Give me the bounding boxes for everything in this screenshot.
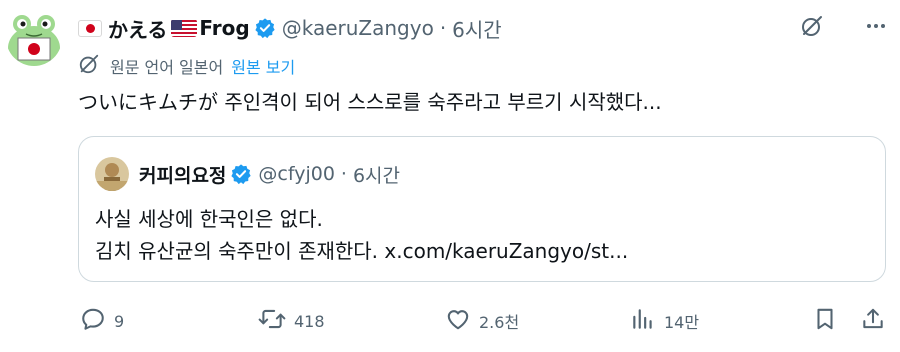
view-count: 14만 — [664, 313, 700, 332]
retweet-count: 418 — [294, 311, 325, 331]
author-display-name-suffix[interactable]: Frog — [199, 16, 249, 40]
verified-icon — [230, 163, 252, 185]
translate-label: 원문 언어 일본어 — [110, 58, 224, 77]
author-handle[interactable]: @kaeruZangyo — [282, 16, 434, 40]
tweet-text: ついにキムチが 주인격이 되어 스스로를 숙주라고 부르기 시작했다... — [78, 90, 662, 114]
quoted-tweet-line-1: 사실 세상에 한국인은 없다. — [95, 207, 323, 231]
quoted-author-avatar[interactable] — [95, 157, 129, 191]
quoted-tweet[interactable]: 커피의요정 @cfyj00 · 6시간 사실 세상에 한국인은 없다. 김치 유… — [78, 136, 886, 282]
retweet-button[interactable]: 418 — [258, 306, 325, 336]
quoted-author-handle[interactable]: @cfyj00 — [258, 163, 335, 185]
reply-icon — [80, 306, 106, 336]
top-right-actions — [800, 14, 888, 38]
like-button[interactable]: 2.6천 — [445, 306, 519, 336]
share-icon — [860, 306, 886, 336]
like-icon — [445, 306, 471, 336]
share-button[interactable] — [860, 306, 886, 336]
action-bar: 9 418 2.6천 14만 — [0, 300, 900, 340]
bookmark-button[interactable] — [812, 306, 838, 336]
views-icon — [630, 306, 656, 336]
reply-count: 9 — [114, 311, 125, 331]
tweet-header: かえる Frog @kaeruZangyo · 6시간 — [78, 12, 502, 44]
author-avatar[interactable] — [6, 10, 62, 66]
separator-dot: · — [439, 16, 447, 40]
translate-icon — [78, 53, 100, 79]
quoted-tweet-header: 커피의요정 @cfyj00 · 6시간 — [95, 157, 400, 191]
reply-button[interactable]: 9 — [80, 306, 124, 336]
retweet-icon — [258, 306, 286, 336]
translation-notice: 원문 언어 일본어 원본 보기 — [78, 53, 295, 79]
more-icon[interactable] — [864, 14, 888, 38]
quoted-tweet-time[interactable]: 6시간 — [353, 161, 400, 188]
quoted-author-display-name[interactable]: 커피의요정 — [139, 161, 226, 188]
show-original-link[interactable]: 원본 보기 — [231, 54, 295, 78]
flag-jp-icon — [78, 19, 102, 37]
quoted-tweet-text: 사실 세상에 한국인은 없다. 김치 유산균의 숙주만이 존재한다. x.com… — [95, 203, 628, 267]
like-count: 2.6천 — [479, 313, 520, 332]
tweet-time[interactable]: 6시간 — [452, 14, 502, 43]
quoted-tweet-line-2: 김치 유산균의 숙주만이 존재한다. x.com/kaeruZangyo/st.… — [95, 239, 629, 263]
bookmark-icon — [812, 306, 838, 336]
views-button[interactable]: 14만 — [630, 306, 699, 336]
flag-us-icon — [171, 19, 198, 37]
verified-icon — [254, 17, 276, 39]
author-display-name[interactable]: かえる — [108, 14, 167, 43]
separator-dot: · — [340, 163, 347, 185]
grok-icon[interactable] — [800, 14, 824, 38]
